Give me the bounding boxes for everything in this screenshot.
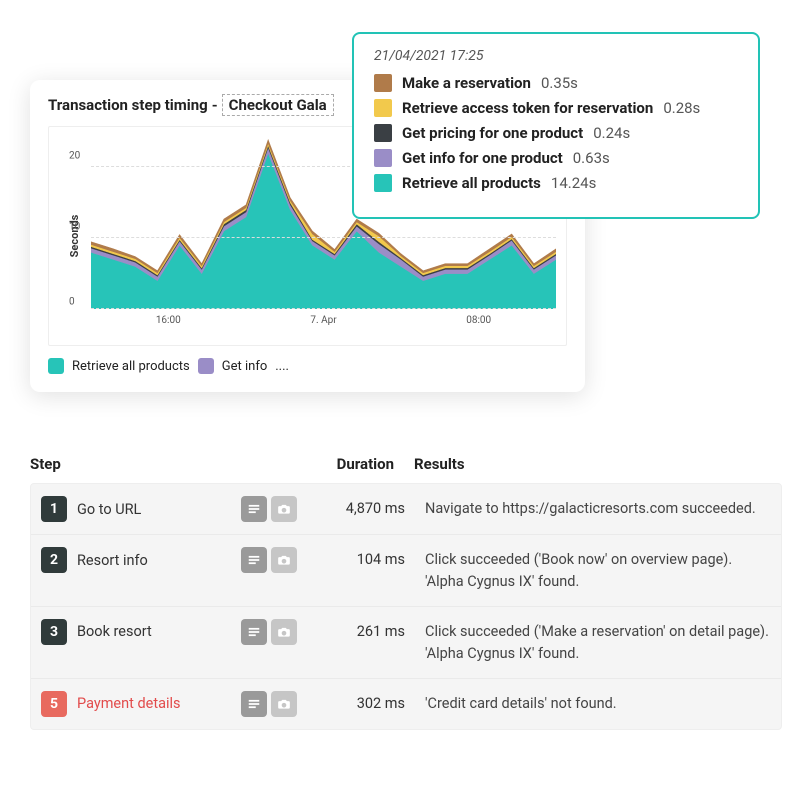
swatch-icon bbox=[374, 74, 392, 92]
step-name: Payment details bbox=[77, 695, 241, 712]
table-header: Step Duration Results bbox=[30, 455, 782, 483]
th-duration: Duration bbox=[310, 455, 414, 473]
tooltip-card: 21/04/2021 17:25 Make a reservation 0.35… bbox=[352, 32, 760, 219]
table-row: 3 Book resort 261 ms Click succeeded ('M… bbox=[31, 607, 781, 679]
x-tick: 7. Apr bbox=[310, 315, 336, 326]
tooltip-row: Retrieve access token for reservation 0.… bbox=[374, 99, 738, 117]
screenshot-button[interactable] bbox=[271, 496, 297, 522]
screenshot-button[interactable] bbox=[271, 547, 297, 573]
details-button[interactable] bbox=[241, 496, 267, 522]
swatch-icon bbox=[374, 174, 392, 192]
list-icon bbox=[247, 625, 261, 639]
tooltip-label: Make a reservation bbox=[402, 74, 531, 92]
step-duration: 302 ms bbox=[321, 691, 425, 712]
step-results: Click succeeded ('Make a reservation' on… bbox=[425, 619, 771, 666]
tooltip-label: Retrieve all products bbox=[402, 174, 541, 192]
step-results: 'Credit card details' not found. bbox=[425, 691, 771, 715]
table-row: 2 Resort info 104 ms Click succeeded ('B… bbox=[31, 535, 781, 607]
screenshot-button[interactable] bbox=[271, 691, 297, 717]
camera-icon bbox=[277, 697, 291, 711]
list-icon bbox=[247, 697, 261, 711]
screenshot-button[interactable] bbox=[271, 619, 297, 645]
swatch-icon bbox=[374, 99, 392, 117]
th-step: Step bbox=[30, 455, 230, 473]
card-title-prefix: Transaction step timing bbox=[48, 96, 208, 114]
camera-icon bbox=[277, 553, 291, 567]
th-results: Results bbox=[414, 455, 782, 473]
table-row: 1 Go to URL 4,870 ms Navigate to https:/… bbox=[31, 484, 781, 535]
swatch-icon bbox=[374, 124, 392, 142]
legend-swatch bbox=[48, 358, 64, 374]
step-name: Book resort bbox=[77, 623, 241, 640]
legend-label: Retrieve all products bbox=[72, 359, 190, 374]
legend-swatch bbox=[198, 358, 214, 374]
tooltip-label: Get info for one product bbox=[402, 149, 563, 167]
step-duration: 4,870 ms bbox=[321, 496, 425, 517]
details-button[interactable] bbox=[241, 691, 267, 717]
step-duration: 261 ms bbox=[321, 619, 425, 640]
tooltip-label: Retrieve access token for reservation bbox=[402, 99, 653, 117]
camera-icon bbox=[277, 502, 291, 516]
tooltip-timestamp: 21/04/2021 17:25 bbox=[374, 48, 738, 64]
title-dash: - bbox=[212, 96, 218, 114]
list-icon bbox=[247, 553, 261, 567]
step-results: Click succeeded ('Book now' on overview … bbox=[425, 547, 771, 594]
legend-label: Get info bbox=[222, 359, 268, 374]
x-tick: 16:00 bbox=[156, 315, 181, 326]
step-number-badge: 3 bbox=[41, 619, 67, 645]
step-number-badge: 2 bbox=[41, 547, 67, 573]
step-name: Go to URL bbox=[77, 501, 241, 518]
y-tick-20: 20 bbox=[69, 151, 80, 162]
chart-legend: Retrieve all products Get info .... bbox=[48, 358, 567, 374]
steps-table: Step Duration Results 1 Go to URL 4,870 … bbox=[30, 455, 782, 730]
tooltip-row: Retrieve all products 14.24s bbox=[374, 174, 738, 192]
details-button[interactable] bbox=[241, 619, 267, 645]
step-results: Navigate to https://galacticresorts.com … bbox=[425, 496, 771, 520]
swatch-icon bbox=[374, 149, 392, 167]
x-ticks: 16:00 7. Apr 08:00 bbox=[91, 315, 556, 326]
tooltip-value: 0.24s bbox=[593, 124, 630, 142]
tooltip-row: Get info for one product 0.63s bbox=[374, 149, 738, 167]
tooltip-value: 0.63s bbox=[573, 149, 610, 167]
tooltip-value: 0.28s bbox=[663, 99, 700, 117]
list-icon bbox=[247, 502, 261, 516]
step-number-badge: 5 bbox=[41, 691, 67, 717]
step-duration: 104 ms bbox=[321, 547, 425, 568]
tooltip-row: Get pricing for one product 0.24s bbox=[374, 124, 738, 142]
legend-ellipsis: .... bbox=[275, 359, 289, 374]
tooltip-row: Make a reservation 0.35s bbox=[374, 74, 738, 92]
y-tick-10: 10 bbox=[69, 222, 80, 233]
card-title-slot[interactable]: Checkout Gala bbox=[222, 94, 334, 116]
step-number-badge: 1 bbox=[41, 496, 67, 522]
tooltip-label: Get pricing for one product bbox=[402, 124, 583, 142]
table-row: 5 Payment details 302 ms 'Credit card de… bbox=[31, 679, 781, 729]
details-button[interactable] bbox=[241, 547, 267, 573]
tooltip-value: 0.35s bbox=[541, 74, 578, 92]
camera-icon bbox=[277, 625, 291, 639]
y-tick-0: 0 bbox=[69, 297, 75, 308]
tooltip-value: 14.24s bbox=[551, 174, 596, 192]
x-tick: 08:00 bbox=[466, 315, 491, 326]
step-name: Resort info bbox=[77, 552, 241, 569]
